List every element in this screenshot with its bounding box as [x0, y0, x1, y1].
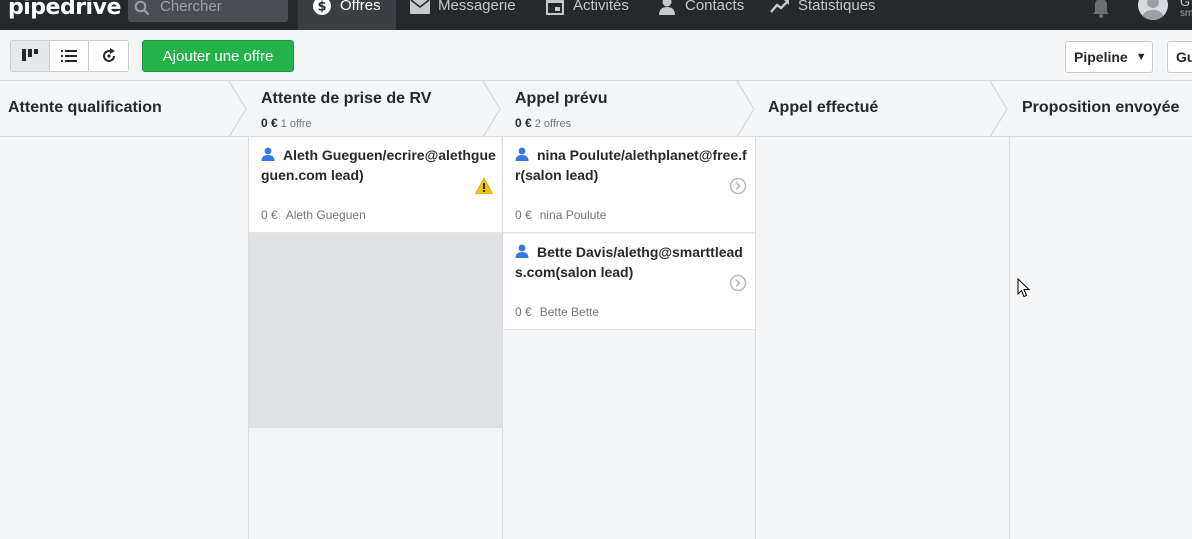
stage-title: Proposition envoyée — [1022, 99, 1180, 116]
deal-title-row: Aleth Gueguen/ecrire@alethgueguen.com le… — [261, 145, 497, 185]
list-view-button[interactable] — [50, 41, 89, 71]
user-avatar[interactable] — [1138, 0, 1168, 20]
calendar-icon — [545, 0, 565, 16]
kanban-icon — [22, 49, 38, 61]
stage-title: Attente de prise de RV — [261, 90, 432, 107]
deal-meta: 0 € Aleth Gueguen — [261, 208, 366, 222]
nav-contacts[interactable]: Contacts — [657, 0, 744, 30]
top-navigation: pipedrive Chercher $ Offres Messagerie A… — [0, 0, 1192, 30]
deal-value: 0 € — [261, 208, 278, 222]
nav-statistiques-label: Statistiques — [798, 0, 876, 14]
deal-value: 0 € — [515, 208, 532, 222]
stage-count: 1 offre — [280, 118, 312, 130]
search-box[interactable]: Chercher — [128, 0, 288, 22]
trend-icon — [770, 0, 790, 16]
person-icon — [657, 0, 677, 16]
pipeline-select-label: Pipeline — [1074, 49, 1128, 65]
nav-messagerie[interactable]: Messagerie — [410, 0, 516, 30]
pipeline-select[interactable]: Pipeline ▼ — [1065, 41, 1153, 73]
stage-column[interactable]: nina Poulute/alethplanet@free.fr(salon l… — [503, 137, 756, 539]
pipeline-view-button[interactable] — [11, 41, 50, 71]
nav-messagerie-label: Messagerie — [438, 0, 516, 14]
stage-count: 2 offres — [534, 118, 572, 130]
stage-title: Appel prévu — [515, 90, 608, 107]
dollar-icon: $ — [312, 0, 332, 16]
person-icon — [515, 244, 529, 258]
user-company: sm — [1180, 8, 1192, 19]
deal-card[interactable]: nina Poulute/alethplanet@free.fr(salon l… — [503, 137, 755, 233]
stage-header[interactable]: Proposition envoyée — [1022, 81, 1192, 137]
pipedrive-logo[interactable]: pipedrive — [8, 0, 121, 22]
person-icon — [261, 147, 275, 161]
stage-title: Appel effectué — [768, 99, 879, 116]
deal-value: 0 € — [515, 305, 532, 319]
nav-statistiques[interactable]: Statistiques — [770, 0, 876, 30]
stage-column[interactable] — [0, 137, 249, 539]
stage-header[interactable]: Attente de prise de RV 0 €1 offre — [261, 81, 481, 137]
nav-activites-label: Activités — [573, 0, 629, 14]
list-icon — [61, 50, 77, 62]
stage-header[interactable]: Appel prévu 0 €2 offres — [515, 81, 735, 137]
forecast-view-button[interactable] — [89, 41, 128, 71]
deal-title: nina Poulute/alethplanet@free.fr(salon l… — [515, 147, 747, 183]
pipeline-board: Aleth Gueguen/ecrire@alethgueguen.com le… — [0, 137, 1192, 539]
deal-title-row: nina Poulute/alethplanet@free.fr(salon l… — [515, 145, 751, 185]
nav-activites[interactable]: Activités — [545, 0, 629, 30]
stage-header[interactable]: Attente qualification — [8, 81, 228, 137]
warning-icon[interactable] — [475, 177, 493, 195]
svg-text:$: $ — [317, 0, 326, 15]
deal-title-row: Bette Davis/alethg@smarttleads.com(salon… — [515, 242, 751, 282]
next-arrow-icon[interactable] — [729, 177, 747, 195]
caret-down-icon: ▼ — [1135, 51, 1147, 63]
deal-person: nina Poulute — [539, 208, 607, 222]
deal-meta: 0 € nina Poulute — [515, 208, 606, 222]
stage-title: Attente qualification — [8, 99, 162, 116]
stage-amount: 0 € — [261, 116, 278, 130]
avatar-person-icon — [1142, 0, 1164, 20]
pipeline-toolbar: Ajouter une offre Pipeline ▼ Gu — [0, 30, 1192, 81]
deal-meta: 0 € Bette Bette — [515, 305, 599, 319]
deal-person: Bette Bette — [539, 305, 600, 319]
nav-offres-label: Offres — [340, 0, 381, 14]
deal-title: Aleth Gueguen/ecrire@alethgueguen.com le… — [261, 147, 496, 183]
deal-title: Bette Davis/alethg@smarttleads.com(salon… — [515, 244, 743, 280]
nav-contacts-label: Contacts — [685, 0, 745, 14]
deal-card[interactable]: Bette Davis/alethg@smarttleads.com(salon… — [503, 234, 755, 330]
mouse-cursor-icon — [1017, 278, 1031, 298]
stage-header[interactable]: Appel effectué — [768, 81, 988, 137]
drop-placeholder — [249, 233, 502, 428]
add-deal-button[interactable]: Ajouter une offre — [142, 40, 294, 72]
stage-summary: 0 €1 offre — [261, 116, 312, 130]
stage-column[interactable] — [756, 137, 1010, 539]
user-filter-select[interactable]: Gu — [1167, 41, 1192, 73]
view-switcher — [10, 40, 129, 72]
refresh-icon — [102, 48, 115, 62]
search-icon — [134, 0, 150, 16]
stage-column[interactable]: Aleth Gueguen/ecrire@alethgueguen.com le… — [249, 137, 503, 539]
stage-column[interactable] — [1010, 137, 1192, 539]
search-placeholder: Chercher — [160, 0, 222, 15]
stage-headers: Attente qualification Attente de prise d… — [0, 81, 1192, 137]
deal-person: Aleth Gueguen — [285, 208, 366, 222]
deal-card[interactable]: Aleth Gueguen/ecrire@alethgueguen.com le… — [249, 137, 501, 233]
next-arrow-icon[interactable] — [729, 274, 747, 292]
bell-icon[interactable] — [1090, 0, 1112, 18]
nav-offres[interactable]: $ Offres — [298, 0, 396, 30]
mail-icon — [410, 0, 430, 16]
person-icon — [515, 147, 529, 161]
stage-summary: 0 €2 offres — [515, 116, 571, 130]
stage-amount: 0 € — [515, 116, 532, 130]
